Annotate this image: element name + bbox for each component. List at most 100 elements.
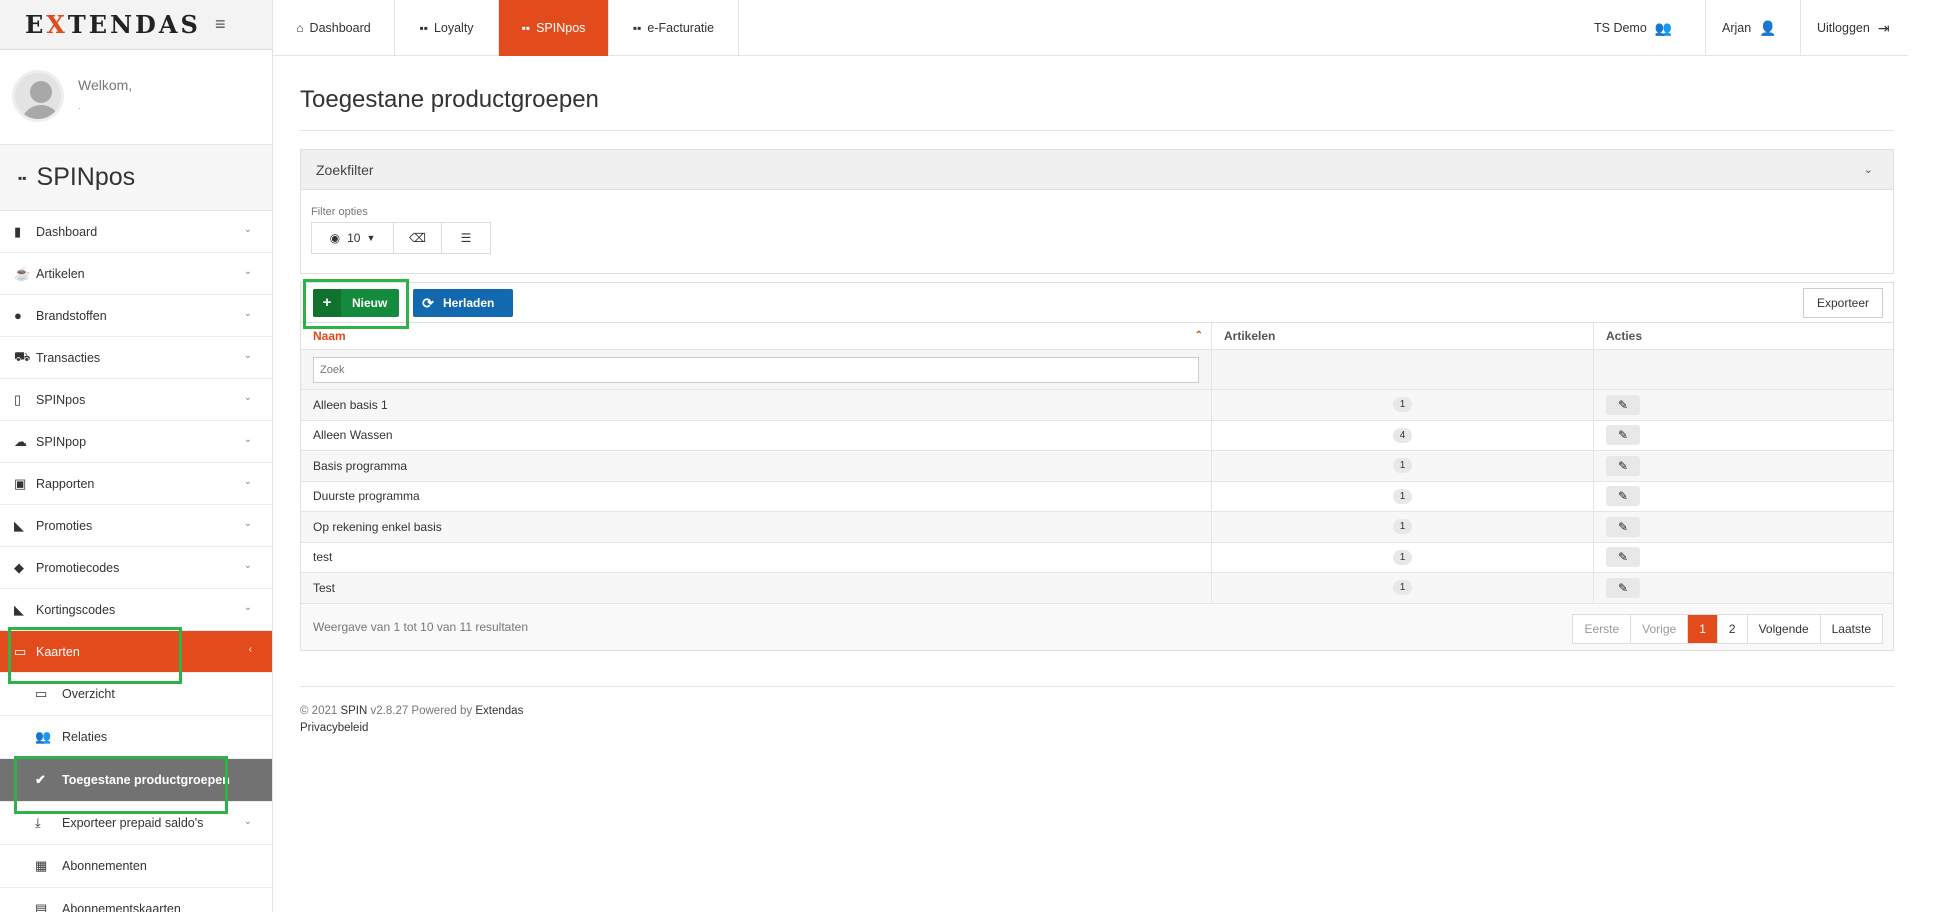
cell-artikelen: 4 (1212, 420, 1594, 450)
column-header-artikelen[interactable]: Artikelen (1212, 323, 1594, 349)
sidebar-item-label: Kaarten (36, 644, 80, 659)
cell-naam: Basis programma (301, 451, 1212, 481)
sidebar-item-spinpos[interactable]: ▯ SPINpos ⌄ (0, 379, 272, 421)
count-badge: 1 (1392, 458, 1413, 474)
id-card-icon: ▤ (35, 901, 48, 912)
welcome-text: Welkom, (78, 77, 133, 93)
tab-e-facturatie[interactable]: ▪▪ e-Facturatie (609, 0, 739, 56)
sidebar-subitem-overzicht[interactable]: ▭ Overzicht (0, 673, 272, 716)
chevron-down-icon: ⌄ (243, 308, 252, 319)
sidebar-item-transacties[interactable]: ⛟ Transacties ⌄ (0, 337, 272, 379)
sidebar-item-kortingscodes[interactable]: ◣ Kortingscodes ⌄ (0, 589, 272, 631)
sidebar-item-kaarten[interactable]: ▭ Kaarten ‹ (0, 631, 272, 673)
pencil-icon: ✎ (1617, 489, 1629, 504)
sidebar-item-rapporten[interactable]: ▣ Rapporten ⌄ (0, 463, 272, 505)
sidebar-item-label: Rapporten (36, 476, 95, 491)
sidebar-subitem-toegestane-productgroepen[interactable]: ✔ Toegestane productgroepen (0, 759, 272, 802)
app-root: EXTENDAS ≡ Welkom, . ▪▪ SPINpos ▮ Dashboa… (0, 0, 1934, 912)
eye-icon: ◉ (329, 231, 341, 245)
clear-filter-button[interactable]: ⌫ (394, 223, 442, 253)
tab-loyalty[interactable]: ▪▪ Loyalty (395, 0, 499, 56)
table-row[interactable]: Duurste programma 1 ✎ (301, 481, 1893, 512)
sidebar-item-brandstoffen[interactable]: ● Brandstoffen ⌄ (0, 295, 272, 337)
edit-button[interactable]: ✎ (1606, 516, 1640, 537)
users-icon: 👥 (1654, 19, 1673, 36)
cell-acties: ✎ (1594, 482, 1893, 512)
search-input[interactable] (313, 356, 1199, 383)
table-row[interactable]: Test 1 ✎ (301, 573, 1893, 604)
column-header-naam[interactable]: Naam ⌃ (301, 323, 1212, 349)
chevron-down-icon: ⌄ (243, 518, 252, 529)
edit-button[interactable]: ✎ (1606, 394, 1640, 415)
sidebar-subitem-exporteer-prepaid[interactable]: ⤓ Exporteer prepaid saldo's ⌄ (0, 802, 272, 845)
chevron-down-icon[interactable]: ⌄ (1864, 163, 1873, 176)
edit-button[interactable]: ✎ (1606, 486, 1640, 507)
sidebar-item-spinpop[interactable]: ☁ SPINpop ⌄ (0, 421, 272, 463)
edit-button[interactable]: ✎ (1606, 425, 1640, 446)
count-badge: 1 (1392, 397, 1413, 413)
sidebar-item-promotiecodes[interactable]: ◆ Promotiecodes ⌄ (0, 547, 272, 589)
column-list-button[interactable]: ☰ (442, 223, 490, 253)
chevron-down-icon: ⌄ (243, 476, 252, 487)
logout-icon: ⇥ (1877, 19, 1890, 36)
sidebar-item-label: Promoties (36, 518, 93, 533)
table-row[interactable]: Alleen Wassen 4 ✎ (301, 420, 1893, 451)
sidebar-subitem-label: Relaties (62, 730, 108, 744)
coffee-cup-icon: ☕ (14, 265, 31, 281)
chevron-down-icon: ⌄ (243, 350, 252, 361)
inbox-icon: ▣ (14, 475, 27, 491)
tab-spinpos[interactable]: ▪▪ SPINpos (499, 0, 609, 56)
search-filter-header[interactable]: Zoekfilter ⌄ (301, 150, 1893, 190)
sidebar-item-promoties[interactable]: ◣ Promoties ⌄ (0, 505, 272, 547)
list-icon: ☰ (460, 231, 472, 245)
sidebar-item-dashboard[interactable]: ▮ Dashboard ⌄ (0, 211, 272, 253)
cell-artikelen: 1 (1212, 542, 1594, 572)
eraser-icon: ⌫ (409, 231, 426, 245)
filter-button-group: ◉ 10 ▼ ⌫ ☰ (311, 222, 491, 254)
edit-button[interactable]: ✎ (1606, 547, 1640, 568)
page-size-dropdown[interactable]: ◉ 10 ▼ (312, 223, 394, 253)
user-menu[interactable]: Arjan 👤 (1705, 0, 1793, 56)
sidebar-item-artikelen[interactable]: ☕ Artikelen ⌄ (0, 253, 272, 295)
cell-artikelen: 1 (1212, 573, 1594, 603)
edit-button[interactable]: ✎ (1606, 577, 1640, 598)
sidebar-item-label: Transacties (36, 350, 101, 365)
privacy-link[interactable]: Privacybeleid (300, 720, 1894, 737)
company-switcher[interactable]: TS Demo 👥 (1578, 0, 1688, 56)
extendas-logo[interactable]: EXTENDAS (25, 10, 201, 39)
page-next[interactable]: Volgende (1748, 614, 1821, 643)
cart-icon: ⛟ (14, 348, 31, 364)
column-header-label: Naam (313, 329, 346, 343)
page-1[interactable]: 1 (1688, 614, 1718, 643)
table-row[interactable]: Alleen basis 1 1 ✎ (301, 390, 1893, 421)
tab-dashboard[interactable]: ⌂ Dashboard (273, 0, 395, 56)
module-title: ▪▪ SPINpos (0, 145, 272, 211)
table-row[interactable]: test 1 ✎ (301, 542, 1893, 573)
table-row[interactable]: Basis programma 1 ✎ (301, 451, 1893, 482)
chevron-down-icon: ⌄ (243, 266, 252, 277)
users-icon: 👥 (35, 729, 52, 744)
new-button[interactable]: + Nieuw (313, 289, 399, 317)
hamburger-icon[interactable]: ≡ (215, 14, 226, 35)
company-link[interactable]: Extendas (475, 705, 523, 717)
search-filter-title: Zoekfilter (316, 161, 374, 178)
sidebar-subitem-abonnementen[interactable]: ▦ Abonnementen (0, 845, 272, 888)
reload-button[interactable]: ⟳ Herladen (413, 289, 513, 317)
megaphone-icon: ◣ (14, 601, 24, 617)
sidebar-item-label: SPINpos (36, 392, 86, 407)
cell-naam: Test (301, 573, 1212, 603)
cell-naam: Alleen basis 1 (301, 390, 1212, 420)
cloud-upload-icon: ☁ (14, 433, 27, 449)
sidebar-subitem-abonnementskaarten[interactable]: ▤ Abonnementskaarten (0, 888, 272, 912)
logout-link[interactable]: Uitloggen ⇥ (1800, 0, 1906, 56)
page-last[interactable]: Laatste (1821, 615, 1882, 643)
page-prev[interactable]: Vorige (1631, 614, 1689, 643)
export-button[interactable]: Exporteer (1803, 288, 1883, 318)
page-first[interactable]: Eerste (1573, 614, 1632, 643)
refresh-icon: ⟳ (422, 294, 434, 311)
edit-button[interactable]: ✎ (1606, 455, 1640, 476)
table-row[interactable]: Op rekening enkel basis 1 ✎ (301, 512, 1893, 543)
credit-card-icon: ▭ (35, 686, 48, 701)
sidebar-subitem-relaties[interactable]: 👥 Relaties (0, 716, 272, 759)
page-2[interactable]: 2 (1718, 614, 1748, 643)
